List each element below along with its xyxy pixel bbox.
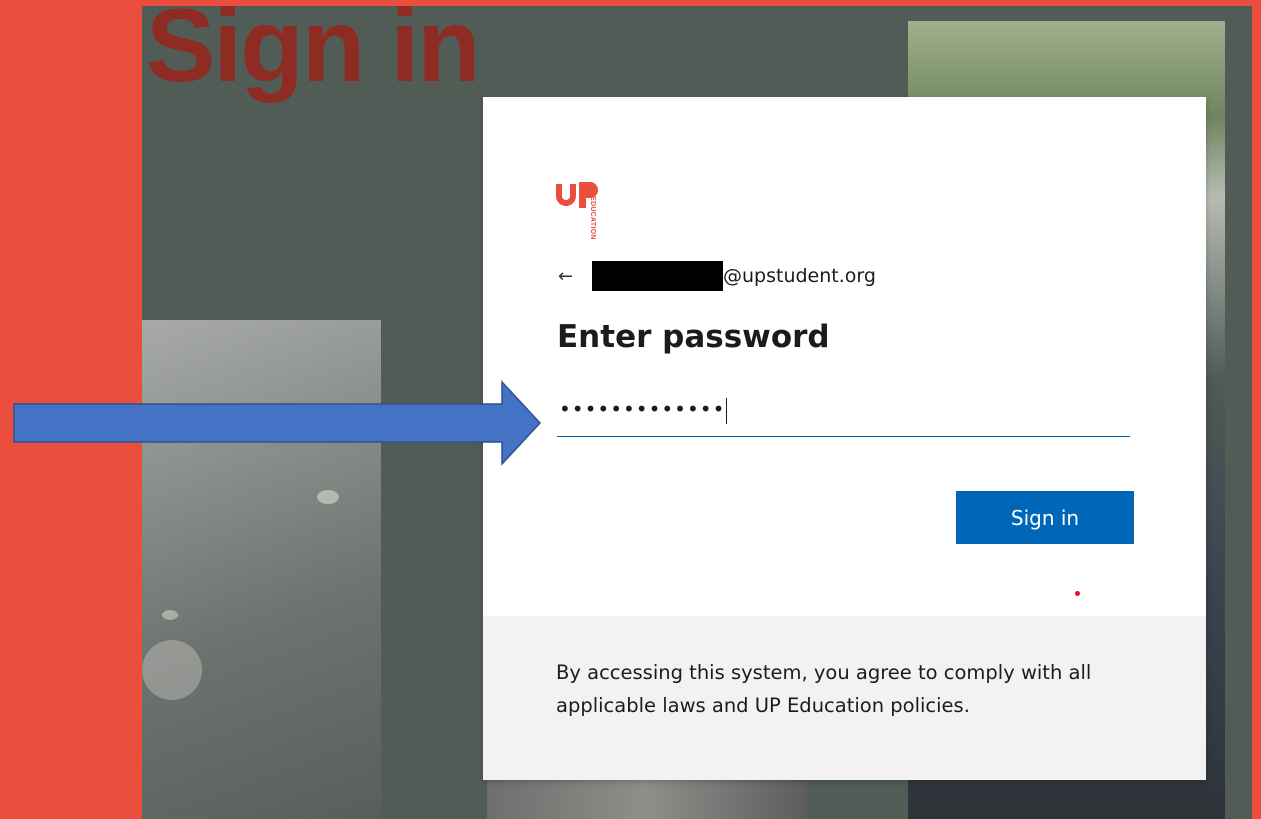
- footer-text: By accessing this system, you agree to c…: [556, 661, 1092, 717]
- background-photo-left: [142, 320, 381, 819]
- background-title: Sign in: [146, 6, 481, 104]
- sign-in-dialog: EDUCATION ← @upstudent.org Enter passwor…: [483, 97, 1206, 780]
- up-education-logo: EDUCATION: [556, 174, 636, 240]
- password-masked-value: •••••••••••••: [559, 397, 728, 424]
- dialog-footer: By accessing this system, you agree to c…: [483, 616, 1206, 780]
- redacted-username: [592, 261, 723, 291]
- identity-banner: ← @upstudent.org: [558, 261, 876, 291]
- loading-indicator: [1075, 591, 1080, 596]
- password-input[interactable]: •••••••••••••: [557, 389, 1130, 437]
- sign-in-button[interactable]: Sign in: [956, 491, 1134, 544]
- page-title: Enter password: [557, 319, 830, 355]
- logo-subtext: EDUCATION: [589, 196, 596, 240]
- text-caret: [726, 397, 728, 424]
- arrow-left-icon[interactable]: ←: [558, 266, 588, 287]
- email-suffix: @upstudent.org: [723, 265, 876, 287]
